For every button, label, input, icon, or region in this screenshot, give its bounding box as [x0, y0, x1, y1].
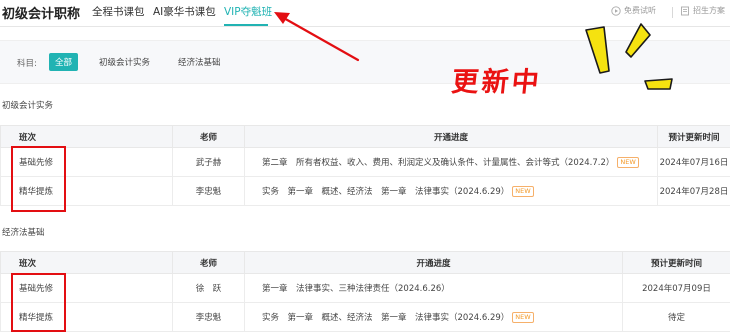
admission-plan-link[interactable]: 招生方案 — [680, 5, 725, 16]
section-title-economic-law: 经济法基础 — [2, 228, 45, 238]
teacher-cell: 李忠魁 — [172, 302, 245, 332]
header-divider — [672, 7, 673, 18]
highlight-box-accounting-classes — [11, 146, 66, 212]
active-tab-indicator — [224, 24, 268, 26]
column-header-update-time: 预计更新时间 — [622, 251, 730, 274]
free-trial-label: 免费试听 — [624, 6, 656, 15]
column-header-teacher: 老师 — [172, 125, 245, 148]
progress-text: 第二章 所有者权益、收入、费用、利润定义及确认条件、计量属性、会计等式（2024… — [262, 158, 615, 168]
progress-cell: 实务 第一章 概述、经济法 第一章 法律事实（2024.6.29） NEW — [244, 302, 623, 332]
progress-text: 实务 第一章 概述、经济法 第一章 法律事实（2024.6.29） — [262, 313, 510, 323]
progress-cell: 第二章 所有者权益、收入、费用、利润定义及确认条件、计量属性、会计等式（2024… — [244, 147, 658, 177]
top-header: 初级会计职称 全程书课包 AI豪华书课包 VIP夺魁班 免费试听 招生方案 — [0, 0, 730, 27]
teacher-cell: 徐 跃 — [172, 273, 245, 303]
subject-filter-bar: 科目: 全部 初级会计实务 经济法基础 — [0, 40, 730, 84]
page-title: 初级会计职称 — [2, 7, 81, 22]
update-time-cell: 2024年07月16日 — [657, 147, 730, 177]
tab-ai-deluxe-pack[interactable]: AI豪华书课包 — [153, 4, 216, 19]
table-row: 基础先修 武子赫 第二章 所有者权益、收入、费用、利润定义及确认条件、计量属性、… — [0, 147, 730, 177]
free-trial-link[interactable]: 免费试听 — [611, 5, 656, 16]
document-icon — [681, 6, 689, 15]
table-row: 基础先修 徐 跃 第一章 法律事实、三种法律责任（2024.6.26） 2024… — [0, 273, 730, 303]
progress-text: 第一章 法律事实、三种法律责任（2024.6.26） — [262, 284, 450, 294]
subject-option-all[interactable]: 全部 — [49, 53, 79, 71]
new-badge: NEW — [512, 312, 534, 323]
subject-option-economic-law[interactable]: 经济法基础 — [172, 53, 227, 71]
progress-text: 实务 第一章 概述、经济法 第一章 法律事实（2024.6.29） — [262, 187, 510, 197]
schedule-table-accounting-practice: 班次 老师 开通进度 预计更新时间 基础先修 武子赫 第二章 所有者权益、收入、… — [0, 125, 730, 206]
updating-annotation-text: 更新中 — [450, 67, 544, 98]
admission-plan-label: 招生方案 — [693, 6, 725, 15]
column-header-progress: 开通进度 — [244, 251, 623, 274]
section-title-accounting-practice: 初级会计实务 — [2, 101, 54, 111]
play-icon — [611, 5, 621, 16]
table-header-row: 班次 老师 开通进度 预计更新时间 — [0, 251, 730, 274]
teacher-cell: 李忠魁 — [172, 176, 245, 206]
update-time-cell: 待定 — [622, 302, 730, 332]
progress-cell: 实务 第一章 概述、经济法 第一章 法律事实（2024.6.29） NEW — [244, 176, 658, 206]
table-row: 精华提炼 李忠魁 实务 第一章 概述、经济法 第一章 法律事实（2024.6.2… — [0, 176, 730, 206]
schedule-table-economic-law: 班次 老师 开通进度 预计更新时间 基础先修 徐 跃 第一章 法律事实、三种法律… — [0, 251, 730, 332]
table-row: 精华提炼 李忠魁 实务 第一章 概述、经济法 第一章 法律事实（2024.6.2… — [0, 302, 730, 332]
progress-cell: 第一章 法律事实、三种法律责任（2024.6.26） — [244, 273, 623, 303]
subject-filter-label: 科目: — [17, 59, 37, 69]
tab-full-course-pack[interactable]: 全程书课包 — [92, 4, 145, 19]
column-header-class: 班次 — [0, 125, 173, 148]
teacher-cell: 武子赫 — [172, 147, 245, 177]
highlight-box-economic-law-classes — [11, 273, 66, 332]
subject-option-accounting-practice[interactable]: 初级会计实务 — [93, 53, 156, 71]
table-header-row: 班次 老师 开通进度 预计更新时间 — [0, 125, 730, 148]
new-badge: NEW — [512, 186, 534, 197]
column-header-progress: 开通进度 — [244, 125, 658, 148]
update-time-cell: 2024年07月09日 — [622, 273, 730, 303]
new-badge: NEW — [617, 157, 639, 168]
column-header-update-time: 预计更新时间 — [657, 125, 730, 148]
tab-vip-class[interactable]: VIP夺魁班 — [224, 4, 272, 19]
update-time-cell: 2024年07月28日 — [657, 176, 730, 206]
column-header-teacher: 老师 — [172, 251, 245, 274]
column-header-class: 班次 — [0, 251, 173, 274]
